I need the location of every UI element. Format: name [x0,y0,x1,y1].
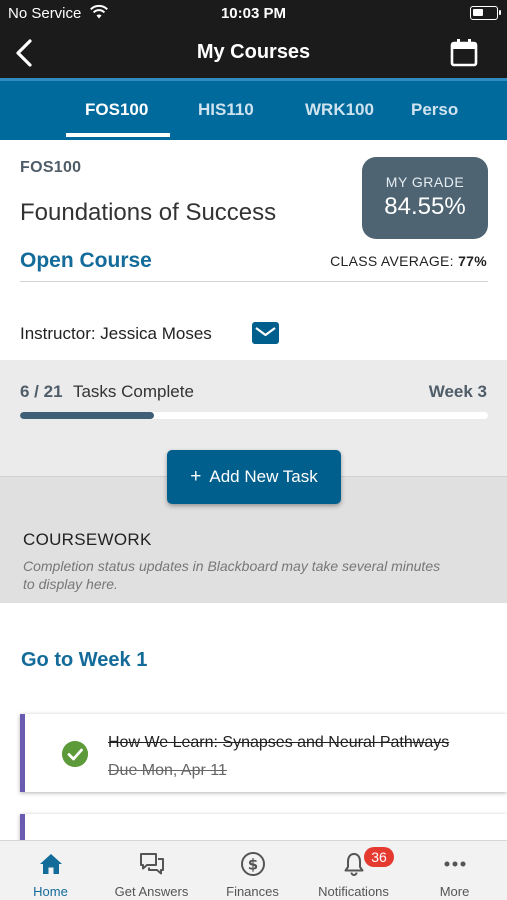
bottom-nav-label: Get Answers [114,884,189,899]
clock: 10:03 PM [220,5,287,22]
app-screen: No Service 10:03 PM My Courses FOS100 HI… [0,0,507,900]
nav-bar: My Courses [0,28,507,78]
open-course-link[interactable]: Open Course [20,249,152,273]
tab-perso[interactable]: Perso [411,100,458,120]
progress-bar [20,412,488,419]
add-task-label: Add New Task [209,467,318,486]
dollar-icon: $ [241,852,265,876]
class-average: CLASS AVERAGE: 77% [330,253,487,269]
svg-text:$: $ [248,856,258,874]
bottom-nav-label: More [439,884,470,899]
page-title: My Courses [196,41,311,63]
chat-icon [140,853,164,875]
tab-his110[interactable]: HIS110 [198,100,254,120]
task-due-date: Due Mon, Apr 11 [108,762,227,779]
tab-wrk100[interactable]: WRK100 [305,100,374,120]
status-bar: No Service 10:03 PM [0,0,507,28]
tasks-count: 6 / 21 [20,382,63,401]
bottom-nav-label: Finances [226,884,279,899]
tasks-complete: 6 / 21 Tasks Complete [20,382,194,402]
class-average-label: CLASS AVERAGE: [330,253,454,269]
more-icon [444,861,466,867]
bottom-nav-label: Notifications [318,884,389,899]
bottom-nav: Home Get Answers $ Finances Notification… [0,840,507,900]
mail-icon[interactable] [252,322,279,344]
grade-value: 84.55% [384,193,466,220]
coursework-note: Completion status updates in Blackboard … [23,558,441,592]
bottom-nav-more[interactable]: More [404,841,505,900]
plus-icon: + [190,466,202,487]
tasks-label: Tasks Complete [72,382,194,401]
go-to-week-link[interactable]: Go to Week 1 [21,649,147,672]
course-name: Foundations of Success [20,199,277,226]
home-icon [40,854,62,874]
tab-fos100[interactable]: FOS100 [85,100,148,120]
grade-box: MY GRADE 84.55% [362,157,488,239]
active-tab-indicator [66,133,170,137]
bottom-nav-get-answers[interactable]: Get Answers [101,841,202,900]
instructor-name: Instructor: Jessica Moses [20,324,212,343]
calendar-icon[interactable] [449,38,479,68]
progress-fill [20,412,154,419]
task-title: How We Learn: Synapses and Neural Pathwa… [108,734,450,751]
battery-icon [470,6,501,20]
bottom-nav-home[interactable]: Home [0,841,101,900]
bottom-nav-finances[interactable]: $ Finances [202,841,303,900]
add-new-task-button[interactable]: + Add New Task [167,450,341,504]
coursework-title: COURSEWORK [23,530,152,549]
divider [20,281,488,282]
course-tabs: FOS100 HIS110 WRK100 Perso [0,78,507,140]
class-average-value: 77% [458,253,487,269]
check-circle-icon[interactable] [62,741,88,767]
grade-label: MY GRADE [385,174,465,190]
notifications-badge: 36 [364,847,394,867]
course-code: FOS100 [20,159,82,176]
current-week: Week 3 [428,382,487,401]
task-card[interactable]: How We Learn: Synapses and Neural Pathwa… [20,714,507,792]
bottom-nav-label: Home [33,884,68,899]
